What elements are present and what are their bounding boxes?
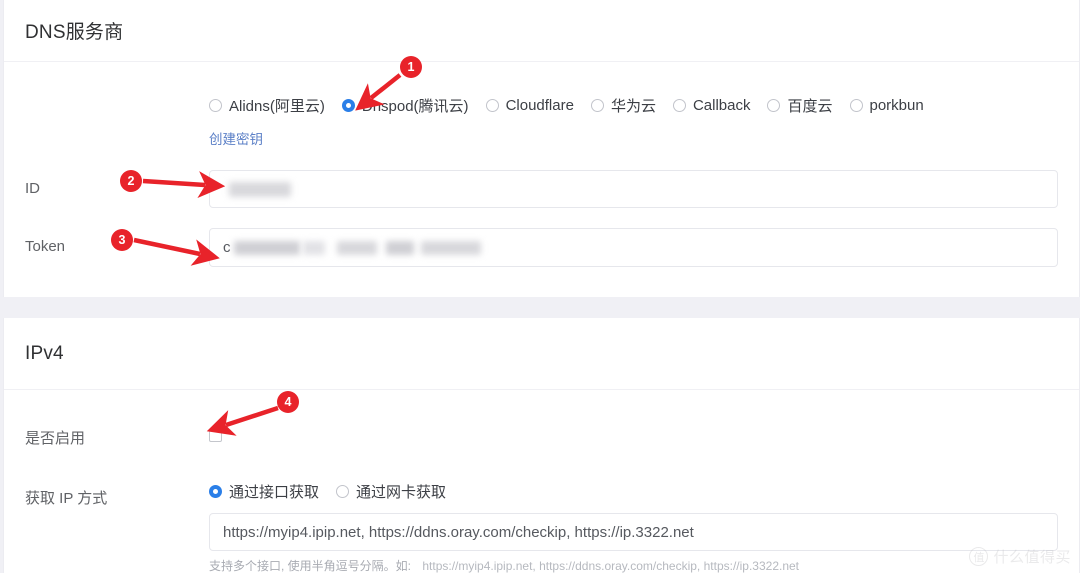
- ipv4-method-radio-group: 通过接口获取 通过网卡获取: [209, 481, 1058, 502]
- radio-label: 华为云: [610, 98, 656, 115]
- radio-label: Dnspod(腾讯云): [361, 98, 469, 115]
- radio-huaweicloud[interactable]: 华为云: [590, 95, 656, 116]
- radio-get-via-api[interactable]: 通过接口获取: [209, 481, 319, 502]
- radio-circle-icon: [336, 485, 350, 498]
- radio-circle-icon: [209, 485, 222, 498]
- ipv4-enable-label: 是否启用: [25, 430, 86, 447]
- dns-provider-control: Alidns(阿里云) Dnspod(腾讯云) Cloudflare 华为云 C…: [209, 95, 1079, 149]
- radio-label: Cloudflare: [505, 97, 574, 114]
- ipv4-method-control: 通过接口获取 通过网卡获取 支持多个接口, 使用半角逗号分隔。如: https:…: [209, 481, 1079, 573]
- radio-label: porkbun: [869, 97, 924, 114]
- radio-label: 百度云: [787, 98, 833, 115]
- page-root: DNS服务商 Alidns(阿里云) Dnspod(腾讯云) Cloudflar…: [0, 0, 1080, 573]
- dns-token-input[interactable]: c: [209, 228, 1058, 267]
- radio-circle-icon: [767, 99, 781, 112]
- ipv4-card-header: IPv4: [4, 318, 1079, 390]
- ipv4-api-help-text: 支持多个接口, 使用半角逗号分隔。如: https://myip4.ipip.n…: [209, 558, 1058, 573]
- radio-circle-icon: [849, 99, 863, 112]
- redacted-value: [233, 240, 300, 255]
- dns-provider-radio-group: Alidns(阿里云) Dnspod(腾讯云) Cloudflare 华为云 C…: [209, 95, 1058, 116]
- ipv4-enable-checkbox[interactable]: [209, 429, 222, 442]
- dns-provider-row: Alidns(阿里云) Dnspod(腾讯云) Cloudflare 华为云 C…: [4, 95, 1079, 149]
- ipv4-api-url-input[interactable]: [209, 513, 1058, 551]
- help-example: https://myip4.ipip.net, https://ddns.ora…: [422, 559, 800, 573]
- ipv4-method-row: 获取 IP 方式 通过接口获取 通过网卡获取 支持多个接口,: [4, 481, 1079, 573]
- radio-label: 通过网卡获取: [356, 484, 447, 501]
- radio-label: Alidns(阿里云): [229, 98, 325, 115]
- dns-token-row: Token c: [4, 228, 1079, 267]
- ipv4-method-label: 获取 IP 方式: [25, 490, 108, 507]
- radio-circle-icon: [341, 99, 355, 112]
- redacted-value: [229, 181, 291, 197]
- redacted-value: [336, 240, 377, 255]
- ipv4-title: IPv4: [25, 342, 64, 364]
- dns-id-input[interactable]: [209, 170, 1058, 208]
- redacted-value: [385, 240, 414, 255]
- ipv4-enable-control: [209, 429, 1079, 447]
- dns-provider-card: DNS服务商 Alidns(阿里云) Dnspod(腾讯云) Cloudflar…: [3, 0, 1080, 297]
- radio-get-via-nic[interactable]: 通过网卡获取: [336, 481, 446, 502]
- radio-circle-icon: [672, 99, 686, 112]
- dns-token-control: c: [209, 228, 1079, 267]
- radio-alidns[interactable]: Alidns(阿里云): [209, 95, 325, 116]
- page-title: DNS服务商: [25, 22, 124, 43]
- create-key-link[interactable]: 创建密钥: [209, 128, 263, 148]
- redacted-value: [420, 240, 481, 255]
- radio-callback[interactable]: Callback: [672, 97, 751, 114]
- radio-label: Callback: [692, 97, 751, 114]
- dns-token-label: Token: [25, 238, 66, 255]
- radio-circle-icon: [209, 99, 222, 112]
- radio-dnspod[interactable]: Dnspod(腾讯云): [341, 95, 469, 116]
- radio-cloudflare[interactable]: Cloudflare: [485, 97, 574, 114]
- redacted-value: [302, 240, 325, 255]
- ipv4-card: IPv4 是否启用 获取 IP 方式 通过接口获取 通过网卡获取 https:/…: [3, 318, 1080, 573]
- dns-id-row: ID: [4, 170, 1079, 208]
- help-prefix: 支持多个接口, 使用半角逗号分隔。如:: [209, 559, 412, 573]
- radio-label: 通过接口获取: [229, 484, 320, 501]
- dns-id-label: ID: [25, 180, 40, 197]
- ipv4-enable-row: 是否启用: [4, 429, 1079, 449]
- radio-circle-icon: [485, 99, 499, 112]
- dns-card-header: DNS服务商: [4, 0, 1079, 62]
- token-value-prefix: c: [223, 239, 231, 256]
- radio-porkbun[interactable]: porkbun: [849, 97, 924, 114]
- radio-circle-icon: [590, 99, 604, 112]
- radio-baiducloud[interactable]: 百度云: [767, 95, 833, 116]
- dns-id-control: [209, 170, 1079, 208]
